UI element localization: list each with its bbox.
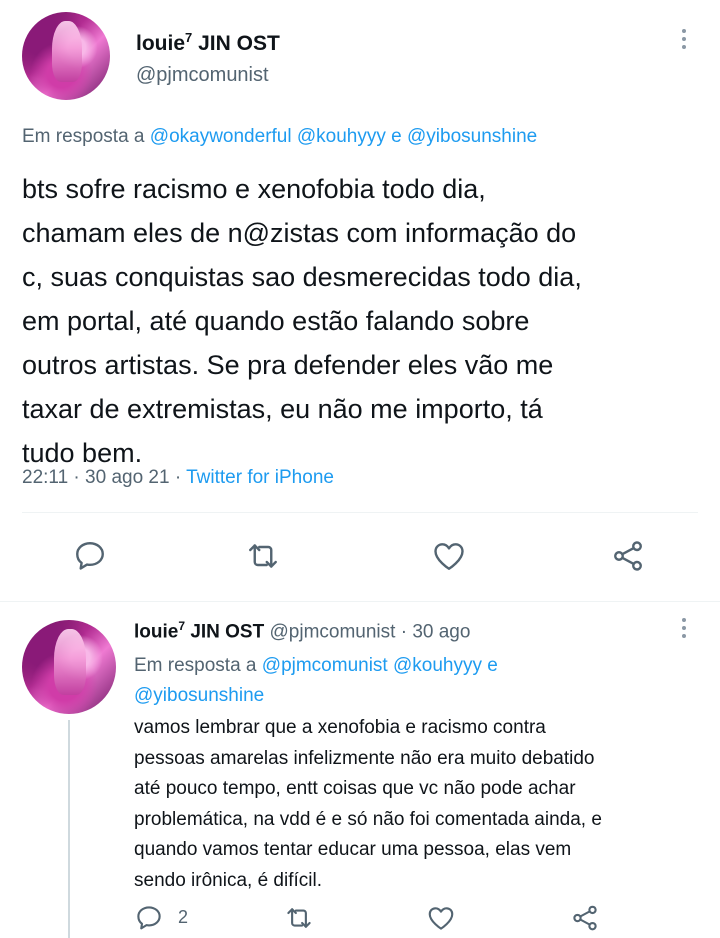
reply-context: Em resposta a @pjmcomunist @kouhyyy e @y… (134, 651, 498, 711)
tweet-text-line: até pouco tempo, entt coisas que vc não … (134, 778, 576, 799)
divider (22, 512, 698, 513)
mention-link[interactable]: @okaywonderful (150, 126, 292, 147)
reply-conjunction: e (391, 126, 402, 147)
reply-conjunction: e (487, 655, 498, 676)
reply-icon[interactable] (72, 538, 108, 574)
mention-link[interactable]: @yibosunshine (134, 685, 264, 706)
tweet-text-line: vamos lembrar que a xenofobia e racismo … (134, 717, 546, 738)
reply-context: Em resposta a @okaywonderful @kouhyyy e … (22, 126, 537, 148)
share-icon[interactable] (570, 903, 600, 933)
author-name[interactable]: louie7 JIN OST (136, 30, 280, 56)
mention-link[interactable]: @pjmcomunist (262, 655, 388, 676)
like-icon[interactable] (430, 538, 468, 574)
tweet-date[interactable]: 30 ago 21 (85, 467, 170, 488)
name-suffix[interactable]: JIN OST (190, 621, 264, 642)
name-superscript: 7 (185, 30, 193, 45)
name-suffix: JIN OST (198, 32, 280, 55)
tweet-text: vamos lembrar que a xenofobia e racismo … (134, 713, 602, 896)
display-name: louie (136, 32, 186, 55)
tweet-time[interactable]: 22:11 (22, 467, 68, 488)
tweet-date[interactable]: 30 ago (412, 621, 470, 642)
like-icon[interactable] (425, 903, 457, 933)
tweet-text-line: pessoas amarelas infelizmente não era mu… (134, 747, 595, 769)
tweet-text-line: problemática, na vdd é e só não foi come… (134, 808, 602, 830)
avatar[interactable] (22, 620, 116, 714)
more-icon[interactable] (676, 617, 692, 643)
meta-separator: · (174, 467, 182, 488)
tweet-meta: 22:11 · 30 ago 21 · Twitter for iPhone (22, 467, 334, 489)
meta-separator: · (73, 467, 80, 488)
tweet-text-line: chamam eles de n@zistas com informação d… (22, 218, 577, 248)
reply-prefix: Em resposta a (134, 655, 257, 676)
reply-icon[interactable] (134, 903, 164, 933)
author-handle[interactable]: @pjmcomunist (136, 64, 269, 87)
tweet-text: bts sofre racismo e xenofobia todo dia, … (22, 167, 582, 475)
name-superscript: 7 (178, 619, 186, 633)
retweet-icon[interactable] (244, 538, 282, 574)
mention-link[interactable]: @kouhyyy (297, 126, 386, 147)
mention-link[interactable]: @kouhyyy (393, 655, 482, 676)
more-icon[interactable] (676, 28, 692, 54)
avatar[interactable] (22, 12, 110, 100)
author-handle[interactable]: @pjmcomunist (270, 621, 396, 642)
tweet-text-line: quando vamos tentar educar uma pessoa, e… (134, 839, 572, 860)
display-name[interactable]: louie (134, 621, 178, 642)
tweet-text-line: c, suas conquistas sao desmerecidas todo… (22, 262, 582, 292)
reply-count: 2 (178, 907, 189, 927)
section-divider (0, 601, 720, 602)
share-icon[interactable] (610, 538, 646, 574)
mention-link[interactable]: @yibosunshine (407, 126, 537, 147)
tweet-source[interactable]: Twitter for iPhone (186, 467, 334, 488)
meta-separator: · (400, 621, 408, 643)
tweet-text-line: sendo irônica, é difícil. (134, 869, 322, 891)
retweet-icon[interactable] (283, 903, 315, 933)
tweet-text-line: bts sofre racismo e xenofobia todo dia, (22, 174, 486, 204)
tweet-text-line: taxar de extremistas, eu não me importo,… (22, 394, 543, 424)
reply-header: louie7 JIN OST @pjmcomunist · 30 ago (134, 619, 470, 643)
thread-line (68, 720, 70, 938)
reply-prefix: Em resposta a (22, 126, 145, 147)
tweet-text-line: outros artistas. Se pra defender eles vã… (22, 350, 554, 380)
tweet-text-line: em portal, até quando estão falando sobr… (22, 306, 530, 336)
